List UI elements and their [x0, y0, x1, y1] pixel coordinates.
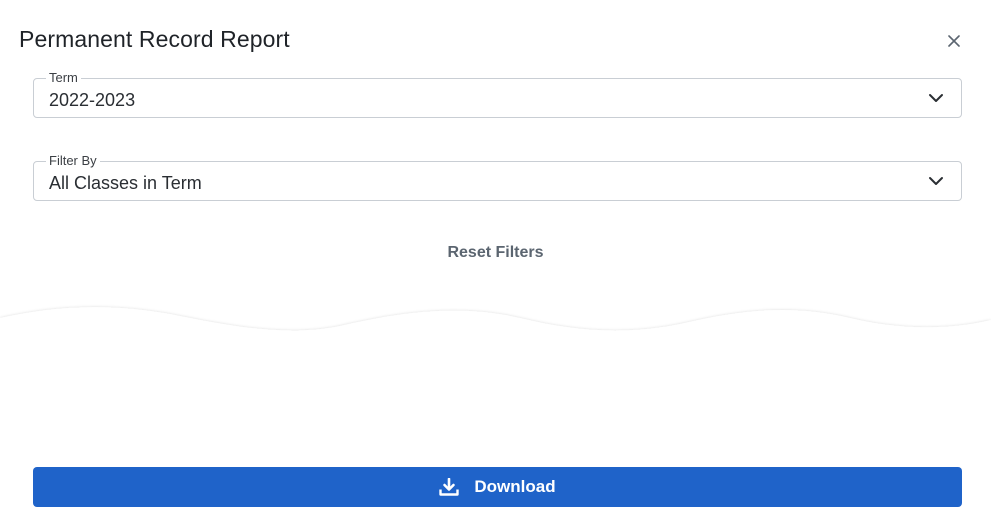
chevron-down-icon [929, 177, 943, 185]
filter-by-select[interactable]: Filter By All Classes in Term [33, 154, 962, 201]
torn-edge-divider [0, 307, 991, 366]
close-icon [948, 35, 960, 47]
reset-filters-button[interactable]: Reset Filters [0, 244, 991, 262]
filter-by-value: All Classes in Term [49, 173, 202, 193]
download-button[interactable]: Download [33, 467, 962, 507]
download-label: Download [474, 477, 556, 496]
download-icon [439, 478, 460, 496]
term-select[interactable]: Term 2022-2023 [33, 71, 962, 118]
permanent-record-report-dialog: Permanent Record Report Term 2022-2023 F… [0, 0, 991, 525]
term-label: Term [46, 71, 81, 85]
term-value: 2022-2023 [49, 90, 136, 110]
chevron-down-icon [929, 94, 943, 102]
dialog-title: Permanent Record Report [19, 26, 290, 52]
filter-by-label: Filter By [46, 154, 100, 168]
close-button[interactable] [943, 30, 965, 52]
